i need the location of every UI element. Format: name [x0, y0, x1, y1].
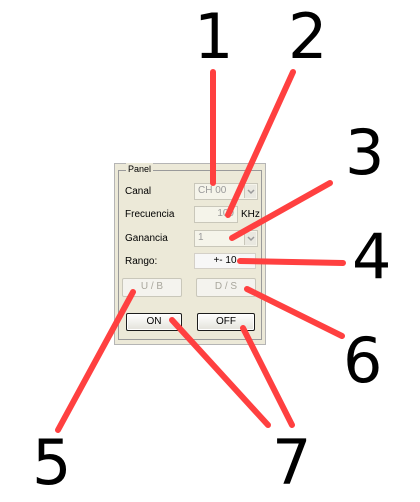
ganancia-label: Ganancia — [125, 233, 168, 244]
chevron-down-icon[interactable] — [244, 185, 256, 198]
frecuencia-value: 100 — [217, 208, 234, 219]
frecuencia-label: Frecuencia — [125, 209, 175, 220]
callout-number-5: 5 — [32, 426, 72, 499]
frecuencia-input[interactable]: 100 — [194, 206, 238, 223]
on-button[interactable]: ON — [126, 313, 182, 331]
screenshot-stage: Panel Canal CH 00 Frecuencia 100 KHz Gan… — [0, 0, 420, 502]
callout-number-1: 1 — [194, 0, 234, 73]
ganancia-select[interactable]: 1 — [194, 230, 258, 247]
callout-number-7: 7 — [272, 426, 312, 499]
callout-number-6: 6 — [343, 324, 383, 397]
ds-button[interactable]: D / S — [196, 278, 256, 297]
chevron-down-icon[interactable] — [244, 232, 256, 245]
callout-number-4: 4 — [352, 220, 392, 293]
canal-label: Canal — [125, 186, 152, 197]
rango-label: Rango: — [125, 256, 158, 267]
canal-select[interactable]: CH 00 — [194, 183, 258, 200]
ub-button[interactable]: U / B — [122, 278, 182, 297]
panel-title: Panel — [126, 163, 154, 176]
ganancia-value: 1 — [198, 232, 204, 243]
frecuencia-unit: KHz — [241, 209, 260, 220]
callout-number-2: 2 — [288, 0, 328, 73]
callout-number-3: 3 — [345, 116, 385, 189]
off-button[interactable]: OFF — [197, 313, 255, 331]
rango-value: +- 10 — [194, 253, 256, 269]
canal-value: CH 00 — [198, 185, 227, 196]
